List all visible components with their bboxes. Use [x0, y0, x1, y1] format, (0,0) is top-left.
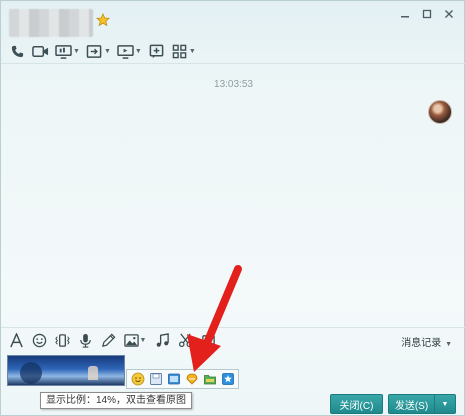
star-icon[interactable] [96, 13, 110, 27]
top-divider [1, 63, 465, 64]
send-options-button[interactable]: ▼ [434, 394, 456, 414]
shake-icon[interactable] [54, 331, 70, 349]
input-divider [1, 327, 465, 328]
close-button[interactable]: 关闭(C) [330, 394, 383, 414]
music-icon[interactable] [154, 331, 170, 349]
file-transfer-icon[interactable]: ▼ [86, 41, 111, 61]
emoji-add-icon[interactable] [130, 372, 145, 387]
pen-icon[interactable] [100, 331, 116, 349]
apps-icon[interactable]: ▼ [171, 41, 196, 61]
sender-avatar[interactable] [428, 100, 452, 124]
message-timestamp: 13:03:53 [214, 79, 253, 90]
preview-icon[interactable] [166, 372, 181, 387]
message-history-button[interactable]: 消息记录 ▼ [401, 334, 452, 349]
save-icon[interactable] [148, 372, 163, 387]
collect-icon[interactable] [220, 372, 235, 387]
remote-desktop-icon[interactable]: ▼ [117, 41, 142, 61]
message-history-label: 消息记录 [401, 338, 442, 349]
voice-icon[interactable] [77, 331, 93, 349]
font-icon[interactable] [8, 331, 24, 349]
add-chat-icon[interactable] [148, 41, 165, 61]
image-action-toolbar [126, 369, 239, 389]
image-icon[interactable]: ▼ [123, 331, 147, 349]
emoji-icon[interactable] [31, 331, 47, 349]
input-toolbar: ▼ [8, 331, 216, 349]
edit-icon[interactable] [184, 372, 199, 387]
contact-name-blurred [9, 9, 93, 37]
scissors-icon[interactable] [177, 331, 193, 349]
close-icon[interactable] [440, 5, 458, 23]
screen-share-icon[interactable]: ▼ [55, 41, 80, 61]
video-icon[interactable] [32, 41, 49, 61]
thumbnail-tree-shape [20, 362, 42, 384]
zoom-tooltip: 显示比例：14%，双击查看原图 [40, 392, 193, 409]
thumbnail-figure-shape [88, 366, 98, 380]
send-button[interactable]: 发送(S) [388, 394, 434, 414]
maximize-icon[interactable] [418, 5, 436, 23]
window-controls [396, 5, 458, 23]
folder-icon[interactable] [202, 372, 217, 387]
chat-window: ▼ ▼ ▼ ▼ 13:03:53 ▼ 消息记录 ▼ 显示比例：14%，双击查看原… [0, 0, 465, 416]
pasted-image-thumbnail[interactable] [7, 355, 125, 386]
top-toolbar: ▼ ▼ ▼ ▼ [9, 41, 196, 61]
phone-icon[interactable] [9, 41, 26, 61]
minimize-icon[interactable] [396, 5, 414, 23]
screenshot-icon[interactable] [200, 331, 216, 349]
chevron-down-icon: ▼ [445, 341, 452, 348]
